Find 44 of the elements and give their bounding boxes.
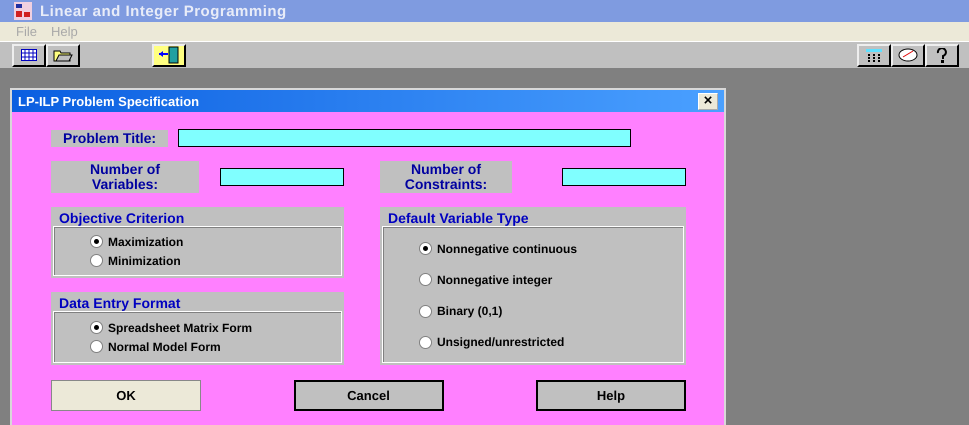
radio-button[interactable]	[419, 242, 432, 256]
open-folder-button[interactable]	[46, 44, 80, 66]
calculator-button[interactable]	[857, 44, 891, 66]
radio-option[interactable]: Minimization	[90, 254, 341, 268]
radio-button[interactable]	[419, 336, 432, 349]
dialog-title: LP-ILP Problem Specification	[18, 94, 200, 108]
close-button[interactable]: ×	[698, 92, 718, 110]
folder-icon	[53, 48, 73, 62]
group-title: Data Entry Format	[58, 296, 182, 311]
door-icon	[157, 46, 181, 64]
number-field[interactable]	[562, 168, 686, 186]
grid-button[interactable]	[12, 44, 46, 66]
radio-option[interactable]: Nonnegative integer	[419, 272, 683, 287]
question-mark-icon	[936, 48, 948, 62]
dialog-button[interactable]: OK	[51, 380, 201, 411]
grid-icon	[21, 49, 37, 61]
field-label: Number of Constraints:	[380, 161, 512, 193]
number-field[interactable]	[220, 168, 344, 186]
field-label: Problem Title:	[51, 130, 168, 146]
help-button[interactable]	[925, 44, 959, 66]
group-title: Objective Criterion	[58, 211, 186, 226]
radio-button[interactable]	[90, 235, 103, 248]
radio-button[interactable]	[419, 304, 432, 318]
radio-option[interactable]: Normal Model Form	[90, 340, 341, 354]
radio-option[interactable]: Unsigned/unrestricted	[419, 335, 683, 350]
gauge-button[interactable]	[891, 44, 925, 66]
dialog-button[interactable]: Cancel	[294, 380, 444, 411]
dialog-button[interactable]: Help	[536, 380, 686, 411]
group-title: Default Variable Type	[387, 211, 530, 226]
exit-door-button[interactable]	[152, 44, 186, 66]
problem-title-field[interactable]	[178, 129, 632, 147]
calculator-icon	[864, 48, 884, 62]
field-label: Number of Variables:	[51, 161, 199, 193]
radio-button[interactable]	[90, 340, 103, 353]
radio-button[interactable]	[90, 254, 103, 267]
radio-option[interactable]: Binary (0,1)	[419, 304, 683, 318]
radio-button[interactable]	[419, 273, 432, 286]
window-title: Linear and Integer Programming	[40, 2, 287, 20]
radio-option[interactable]: Maximization	[90, 234, 341, 248]
app-icon	[14, 2, 32, 20]
gauge-icon	[897, 48, 919, 62]
radio-option[interactable]: Spreadsheet Matrix Form	[90, 320, 341, 334]
radio-button[interactable]	[90, 321, 103, 334]
radio-option[interactable]: Nonnegative continuous	[419, 242, 683, 256]
